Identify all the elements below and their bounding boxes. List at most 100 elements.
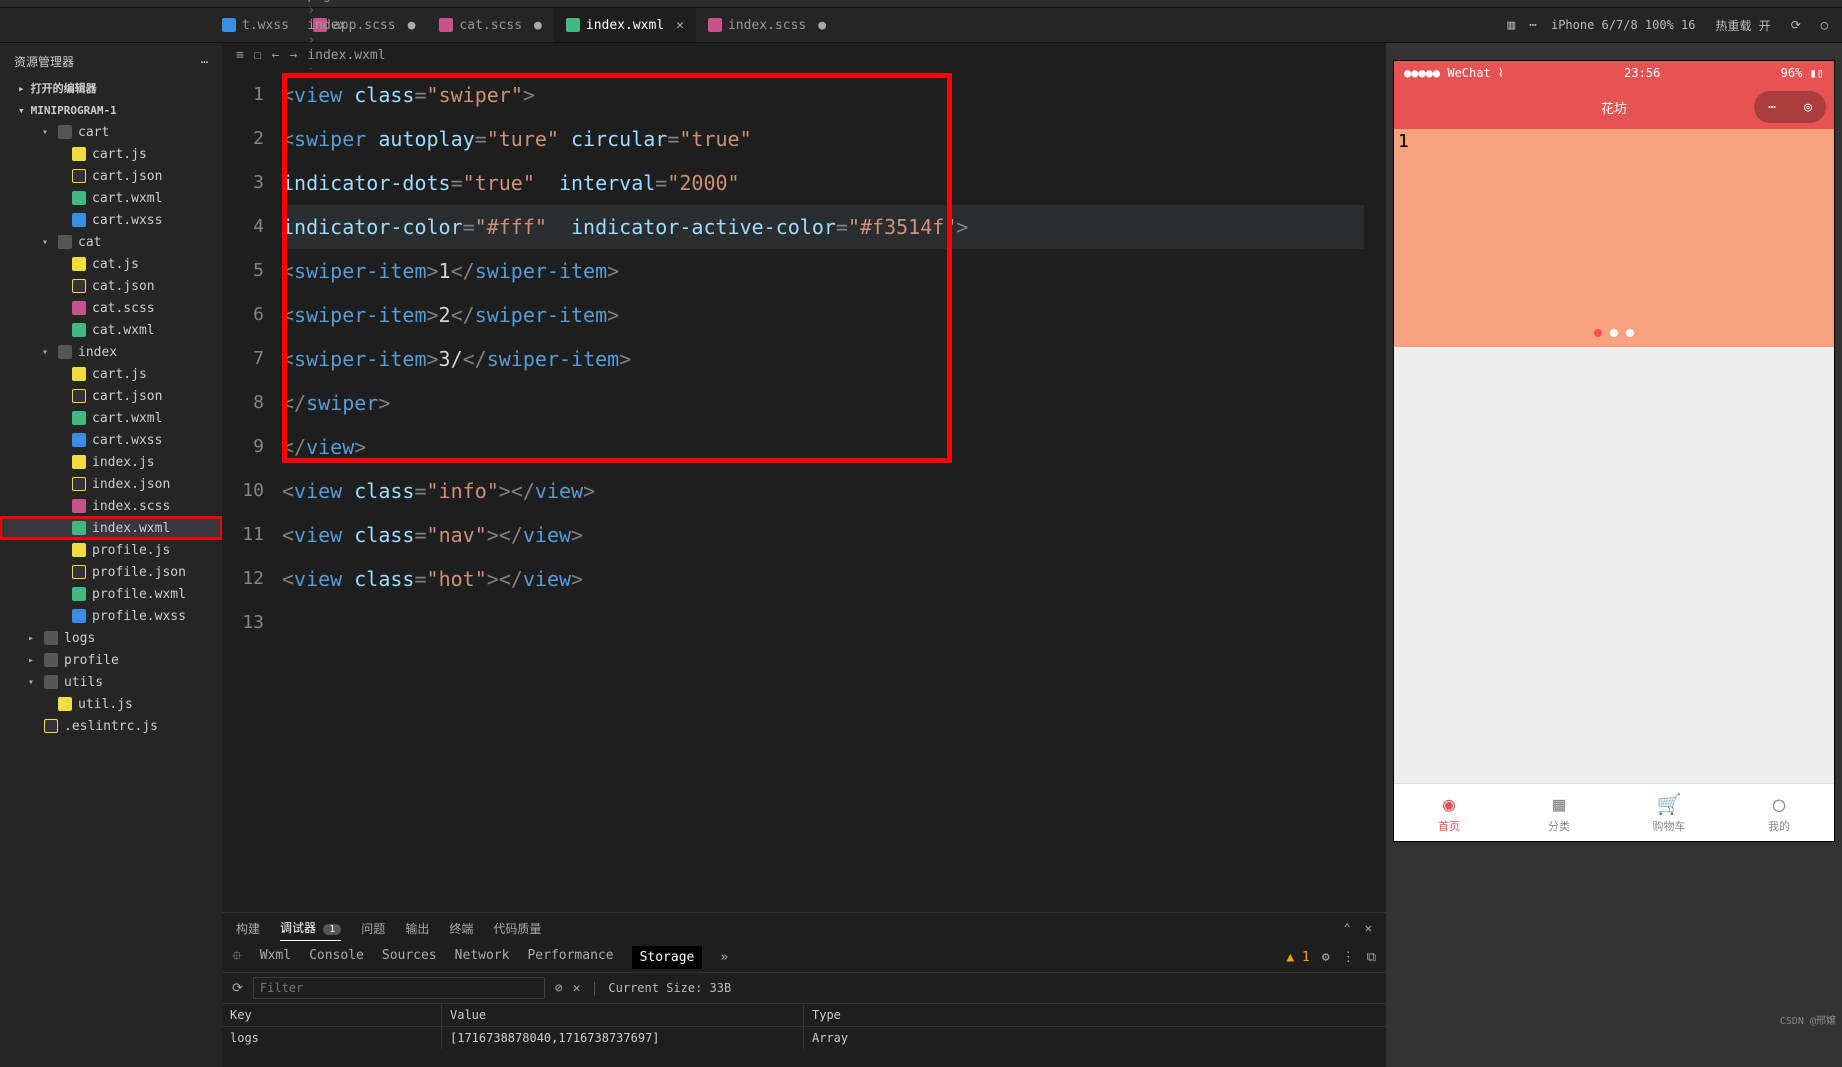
project-name[interactable]: MINIPROGRAM-1 (31, 104, 117, 117)
split-editor-icon[interactable]: ▥ (1507, 18, 1515, 33)
refresh-icon[interactable]: ⟳ (232, 981, 243, 996)
panel-tab-quality[interactable]: 代码质量 (493, 916, 541, 941)
editor-tab[interactable]: cat.scss● (427, 8, 553, 42)
explorer-more-icon[interactable]: ⋯ (201, 55, 210, 69)
code-editor[interactable]: 12345678910111213 <view class="swiper"><… (222, 69, 1386, 912)
bookmark-icon[interactable]: ☐ (254, 48, 262, 63)
editor-tab[interactable]: index.scss● (696, 8, 838, 42)
tree-item[interactable]: ▾index (0, 341, 222, 363)
tabbar-item[interactable]: ◯我的 (1724, 784, 1834, 841)
kebab-icon[interactable]: ⋮ (1342, 950, 1355, 965)
panel-tab-problems[interactable]: 问题 (361, 916, 385, 941)
table-row[interactable]: logs [1716738878040,1716738737697] Array (222, 1027, 1386, 1049)
devtools-tab-network[interactable]: Network (455, 946, 510, 969)
panel-tab-build[interactable]: 构建 (236, 916, 260, 941)
wxml-icon (72, 521, 86, 535)
phone-frame: WeChat ⌇ 23:56 96% ▮▯ 花坊 ⋯ ◎ 1 ◉首页▦分类🛒购物… (1394, 61, 1834, 841)
tree-item[interactable]: cat.wxml (0, 319, 222, 341)
capsule-close-icon[interactable]: ◎ (1790, 100, 1826, 115)
tree-item[interactable]: cart.js (0, 363, 222, 385)
tree-item[interactable]: cart.wxml (0, 407, 222, 429)
editor-tab[interactable]: t.wxss (210, 8, 301, 42)
devtools-tab-storage[interactable]: Storage (632, 946, 703, 969)
swiper[interactable]: 1 (1394, 129, 1834, 347)
stop-icon[interactable]: ◯ (1821, 18, 1828, 32)
toggle-sidebar-icon[interactable]: ≡ (236, 48, 244, 63)
inspect-icon[interactable]: ⯐ (232, 947, 242, 969)
chevron-up-icon[interactable]: ⌃ (1344, 921, 1351, 935)
tree-item[interactable]: ▸logs (0, 627, 222, 649)
tabbar-item[interactable]: 🛒购物车 (1614, 784, 1724, 841)
tree-item[interactable]: cart.json (0, 165, 222, 187)
swiper-content: 1 (1398, 131, 1409, 152)
tree-item[interactable]: profile.json (0, 561, 222, 583)
nav-back-icon[interactable]: ← (272, 48, 280, 63)
code-area[interactable]: <view class="swiper"><swiper autoplay="t… (282, 69, 1386, 912)
tree-item[interactable]: .eslintrc.js (0, 715, 222, 737)
capsule-menu-icon[interactable]: ⋯ (1754, 100, 1790, 115)
bottom-panel: 构建 调试器 1 问题 输出 终端 代码质量 ⌃ ✕ ⯐ Wxml Console S… (222, 912, 1386, 1067)
block-icon[interactable]: ⊘ (555, 981, 563, 996)
tree-item[interactable]: cart.js (0, 143, 222, 165)
js-icon (72, 543, 86, 557)
tree-item[interactable]: cart.wxml (0, 187, 222, 209)
dock-icon[interactable]: ⧉ (1367, 950, 1376, 965)
tree-item[interactable]: ▾utils (0, 671, 222, 693)
tree-item[interactable]: ▾cart (0, 121, 222, 143)
breadcrumb-item[interactable]: index (307, 18, 393, 33)
tree-item[interactable]: profile.wxml (0, 583, 222, 605)
warning-badge[interactable]: ▲ 1 (1286, 950, 1309, 965)
tabbar-item[interactable]: ▦分类 (1504, 784, 1614, 841)
clear-icon[interactable]: ✕ (573, 981, 581, 996)
devtools-tab-console[interactable]: Console (309, 946, 364, 969)
close-icon[interactable]: ✕ (676, 18, 684, 33)
filter-input[interactable] (253, 977, 545, 999)
json-icon (72, 565, 86, 579)
open-editors-label[interactable]: 打开的编辑器 (31, 80, 97, 96)
nav-forward-icon[interactable]: → (289, 48, 297, 63)
hot-reload-status[interactable]: 热重载 开 (1715, 17, 1770, 34)
devtools-tab-performance[interactable]: Performance (527, 946, 613, 969)
devtools-tab-sources[interactable]: Sources (382, 946, 437, 969)
panel-tab-terminal[interactable]: 终端 (449, 916, 473, 941)
devtools-tab-wxml[interactable]: Wxml (260, 946, 291, 969)
tree-item[interactable]: index.js (0, 451, 222, 473)
folder-icon (58, 345, 72, 359)
close-icon[interactable]: ✕ (1365, 921, 1372, 935)
tree-item[interactable]: cart.wxss (0, 429, 222, 451)
tree-item[interactable]: util.js (0, 693, 222, 715)
tree-item[interactable]: ▾cat (0, 231, 222, 253)
tree-item[interactable]: cat.scss (0, 297, 222, 319)
explorer-title: 资源管理器 (14, 53, 74, 70)
tree-item[interactable]: cart.wxss (0, 209, 222, 231)
editor-tab[interactable]: index.wxml✕ (554, 8, 696, 42)
scss-icon (708, 18, 722, 32)
col-value[interactable]: Value (442, 1004, 804, 1026)
refresh-icon[interactable]: ⟳ (1791, 18, 1801, 32)
col-type[interactable]: Type (804, 1004, 1386, 1026)
tree-item[interactable]: cat.json (0, 275, 222, 297)
tree-item[interactable]: index.json (0, 473, 222, 495)
tree-item[interactable]: profile.js (0, 539, 222, 561)
breadcrumb-item[interactable]: pages (307, 0, 393, 3)
panel-tab-output[interactable]: 输出 (405, 916, 429, 941)
tree-item[interactable]: profile.wxss (0, 605, 222, 627)
tree-item[interactable]: index.scss (0, 495, 222, 517)
status-bar: WeChat ⌇ 23:56 96% ▮▯ (1394, 61, 1834, 85)
chevron-icon[interactable]: ▾ (18, 104, 25, 117)
chevron-icon[interactable]: ▸ (18, 82, 25, 95)
tab-icon: ◯ (1773, 792, 1785, 816)
tree-item[interactable]: index.wxml (0, 517, 222, 539)
more-tabs-icon[interactable]: » (720, 950, 728, 965)
tree-item[interactable]: cart.json (0, 385, 222, 407)
more-icon[interactable]: ⋯ (1529, 18, 1537, 33)
tabbar-item[interactable]: ◉首页 (1394, 784, 1504, 841)
settings-icon[interactable]: ⚙ (1322, 950, 1330, 965)
tree-item[interactable]: ▸profile (0, 649, 222, 671)
tree-item[interactable]: cat.js (0, 253, 222, 275)
panel-tab-debugger[interactable]: 调试器 1 (280, 915, 341, 941)
col-key[interactable]: Key (222, 1004, 442, 1026)
breadcrumb[interactable]: ≡ ☐ ← → pages › index › index.wxml › vie… (222, 43, 1386, 69)
device-selector[interactable]: iPhone 6/7/8 100% 16 (1551, 18, 1696, 32)
breadcrumb-item[interactable]: index.wxml (307, 48, 393, 63)
